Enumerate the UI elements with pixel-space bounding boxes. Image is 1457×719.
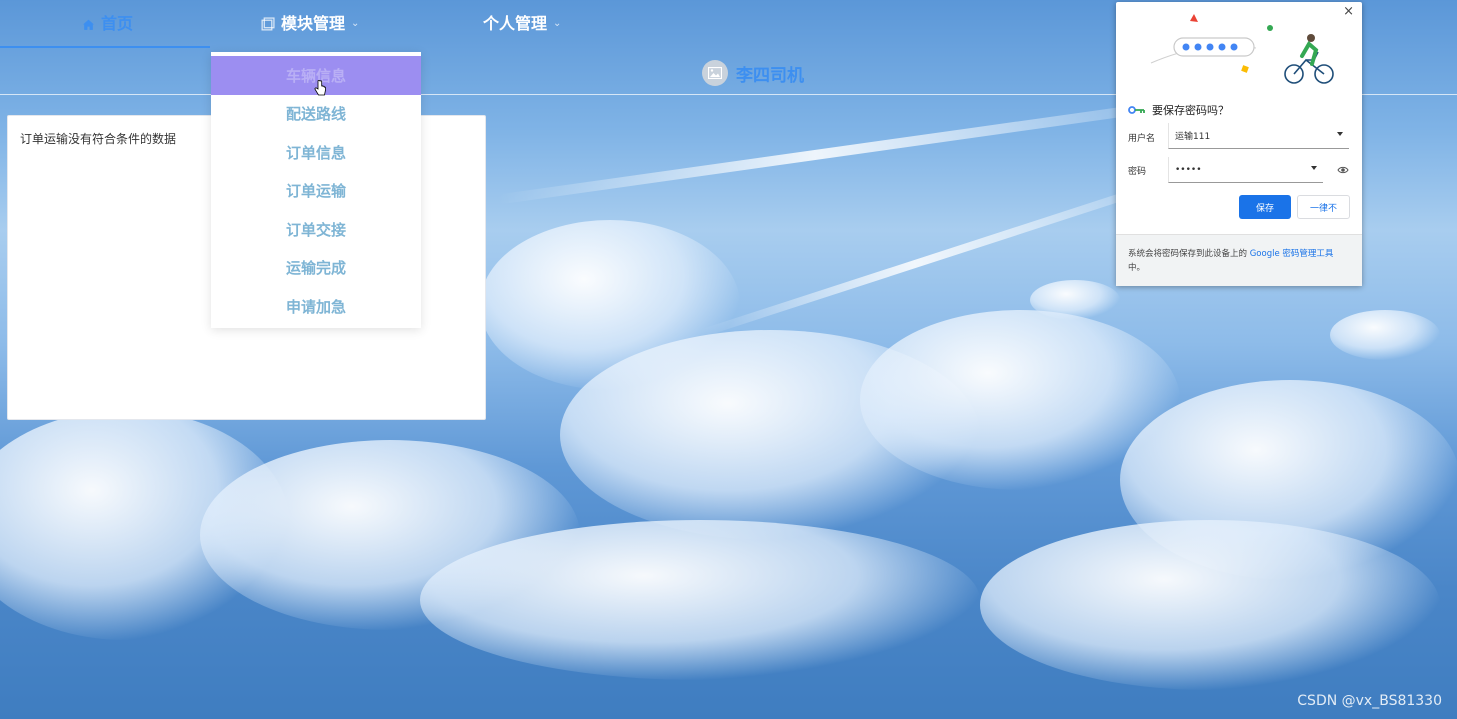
- empty-message: 订单运输没有符合条件的数据: [20, 132, 177, 146]
- user-info: 李四司机: [702, 60, 804, 86]
- home-icon: [83, 19, 94, 30]
- password-label: 密码: [1128, 167, 1147, 177]
- password-manager-link[interactable]: Google 密码管理工具: [1250, 249, 1334, 259]
- password-value: •••••: [1175, 164, 1202, 175]
- footer-text: 系统会将密码保存到此设备上的: [1128, 249, 1248, 259]
- dialog-header: 要保存密码吗？: [1128, 102, 1229, 118]
- dialog-footer: 系统会将密码保存到此设备上的 Google 密码管理工具中。: [1116, 234, 1362, 286]
- cyclist-illustration: [1150, 14, 1334, 84]
- watermark: CSDN @vx_BS81330: [1297, 693, 1442, 709]
- nav-modules-label: 模块管理: [281, 14, 346, 33]
- layers-icon: [261, 16, 275, 30]
- chevron-down-icon: ⌄: [553, 18, 562, 29]
- nav-active-underline: [0, 46, 210, 48]
- save-password-button[interactable]: 保存: [1239, 195, 1291, 219]
- nav-home[interactable]: 首页: [82, 0, 133, 48]
- cloud: [980, 520, 1440, 690]
- chevron-down-icon: ⌄: [351, 18, 360, 29]
- username-value: 运输111: [1175, 132, 1211, 142]
- nav-modules[interactable]: 模块管理 ⌄: [260, 0, 359, 48]
- menu-item-transport-complete[interactable]: 运输完成: [211, 249, 421, 288]
- never-save-button[interactable]: 一律不: [1297, 195, 1350, 219]
- cloud: [1330, 310, 1440, 360]
- eye-icon[interactable]: [1337, 165, 1349, 175]
- cloud: [420, 520, 980, 680]
- dropdown-arrow-icon: [1337, 132, 1343, 136]
- dropdown-arrow-icon: [1311, 166, 1317, 170]
- password-field[interactable]: •••••: [1168, 157, 1323, 183]
- nav-personal-label: 个人管理: [483, 14, 548, 33]
- menu-item-order-transport[interactable]: 订单运输: [211, 172, 421, 211]
- nav-home-label: 首页: [101, 14, 134, 33]
- save-password-dialog: × 要保存密码吗？ 用户名 运输111 密码 ••••• 保存 一律不 系统会将…: [1116, 2, 1362, 286]
- username-field[interactable]: 运输111: [1168, 123, 1349, 149]
- username-label: 用户名: [1128, 134, 1156, 144]
- key-icon: [1128, 106, 1145, 114]
- contrail: [497, 105, 1133, 205]
- user-name: 李四司机: [736, 65, 804, 86]
- menu-item-delivery-route[interactable]: 配送路线: [211, 95, 421, 134]
- menu-item-order-info[interactable]: 订单信息: [211, 133, 421, 172]
- close-icon[interactable]: ×: [1343, 4, 1354, 19]
- avatar[interactable]: [702, 60, 728, 86]
- image-icon: [708, 67, 722, 79]
- nav-personal[interactable]: 个人管理 ⌄: [483, 0, 561, 48]
- cloud: [1030, 280, 1120, 320]
- footer-suffix: 中。: [1128, 263, 1146, 273]
- hand-cursor-icon: [314, 80, 326, 96]
- menu-item-urgent-request[interactable]: 申请加急: [211, 287, 421, 326]
- dialog-title: 要保存密码吗？: [1152, 104, 1229, 117]
- menu-item-order-handover[interactable]: 订单交接: [211, 210, 421, 249]
